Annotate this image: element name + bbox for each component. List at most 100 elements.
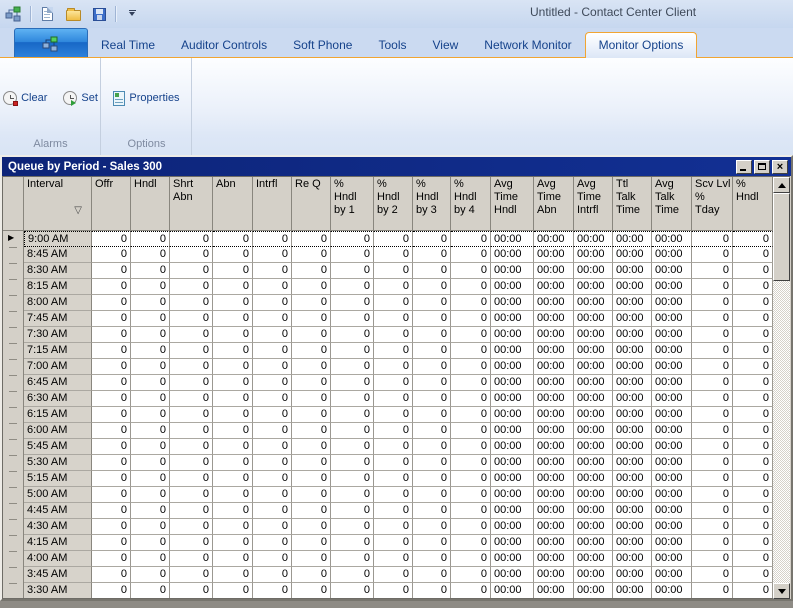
cell-avg-time-hndl[interactable]: 00:00 [491,423,534,439]
cell-re-q[interactable]: 0 [292,359,331,375]
cell-avg-time-abn[interactable]: 00:00 [534,455,574,471]
table-row[interactable]: 6:45 AM000000000000:0000:0000:0000:0000:… [3,375,773,391]
cell-scv-lvl-tday[interactable]: 0 [692,343,733,359]
cell-avg-time-intrfl[interactable]: 00:00 [574,359,613,375]
row-header[interactable] [3,263,24,279]
cell-avg-talk-time[interactable]: 00:00 [652,567,692,583]
cell-hndl[interactable]: 0 [733,231,773,247]
cell-hndl[interactable]: 0 [733,295,773,311]
cell-avg-time-hndl[interactable]: 00:00 [491,407,534,423]
cell-shrt-abn[interactable]: 0 [170,375,213,391]
cell-abn[interactable]: 0 [213,231,253,247]
new-document-button[interactable] [37,4,57,24]
cell-hndl-by-3[interactable]: 0 [413,343,451,359]
cell-hndl-by-2[interactable]: 0 [374,487,413,503]
cell-intrfl[interactable]: 0 [253,519,292,535]
cell-re-q[interactable]: 0 [292,583,331,598]
cell-hndl-by-4[interactable]: 0 [451,247,491,263]
application-menu-button[interactable] [14,28,88,58]
cell-shrt-abn[interactable]: 0 [170,455,213,471]
cell-avg-time-intrfl[interactable]: 00:00 [574,503,613,519]
cell-abn[interactable]: 0 [213,295,253,311]
cell-hndl[interactable]: 0 [131,551,170,567]
open-button[interactable] [63,4,83,24]
cell-re-q[interactable]: 0 [292,375,331,391]
cell-scv-lvl-tday[interactable]: 0 [692,311,733,327]
cell-shrt-abn[interactable]: 0 [170,535,213,551]
cell-hndl-by-2[interactable]: 0 [374,423,413,439]
cell-hndl-by-4[interactable]: 0 [451,487,491,503]
cell-shrt-abn[interactable]: 0 [170,343,213,359]
cell-re-q[interactable]: 0 [292,343,331,359]
column-header-hndl[interactable]: % Hndl [733,177,773,231]
cell-hndl[interactable]: 0 [733,375,773,391]
cell-hndl-by-2[interactable]: 0 [374,519,413,535]
cell-hndl-by-2[interactable]: 0 [374,327,413,343]
table-row[interactable]: 7:00 AM000000000000:0000:0000:0000:0000:… [3,359,773,375]
close-button[interactable]: × [772,160,788,174]
cell-hndl[interactable]: 0 [131,407,170,423]
cell-ttl-talk-time[interactable]: 00:00 [613,311,652,327]
cell-offr[interactable]: 0 [92,551,131,567]
cell-abn[interactable]: 0 [213,455,253,471]
cell-abn[interactable]: 0 [213,567,253,583]
cell-shrt-abn[interactable]: 0 [170,327,213,343]
cell-intrfl[interactable]: 0 [253,455,292,471]
cell-hndl-by-4[interactable]: 0 [451,535,491,551]
row-header[interactable] [3,311,24,327]
cell-offr[interactable]: 0 [92,263,131,279]
cell-hndl-by-3[interactable]: 0 [413,583,451,598]
tab-view[interactable]: View [419,33,471,58]
cell-hndl-by-3[interactable]: 0 [413,535,451,551]
column-header-interval[interactable]: Interval▽ [24,177,92,231]
cell-intrfl[interactable]: 0 [253,471,292,487]
cell-shrt-abn[interactable]: 0 [170,423,213,439]
cell-avg-talk-time[interactable]: 00:00 [652,439,692,455]
column-header-hndl-by-1[interactable]: % Hndl by 1 [331,177,374,231]
cell-avg-time-abn[interactable]: 00:00 [534,535,574,551]
interval-cell[interactable]: 7:00 AM [24,359,92,375]
cell-offr[interactable]: 0 [92,231,131,247]
row-header[interactable] [3,535,24,551]
cell-abn[interactable]: 0 [213,263,253,279]
cell-scv-lvl-tday[interactable]: 0 [692,263,733,279]
cell-re-q[interactable]: 0 [292,247,331,263]
cell-scv-lvl-tday[interactable]: 0 [692,583,733,598]
cell-hndl-by-4[interactable]: 0 [451,583,491,598]
cell-hndl[interactable]: 0 [131,279,170,295]
cell-re-q[interactable]: 0 [292,535,331,551]
cell-hndl[interactable]: 0 [733,279,773,295]
table-row[interactable]: 4:45 AM000000000000:0000:0000:0000:0000:… [3,503,773,519]
cell-avg-time-abn[interactable]: 00:00 [534,471,574,487]
cell-hndl[interactable]: 0 [733,311,773,327]
row-header[interactable] [3,583,24,598]
cell-ttl-talk-time[interactable]: 00:00 [613,247,652,263]
cell-hndl-by-2[interactable]: 0 [374,359,413,375]
cell-scv-lvl-tday[interactable]: 0 [692,471,733,487]
cell-hndl-by-3[interactable]: 0 [413,231,451,247]
cell-avg-time-hndl[interactable]: 00:00 [491,247,534,263]
cell-hndl[interactable]: 0 [131,231,170,247]
cell-abn[interactable]: 0 [213,247,253,263]
cell-offr[interactable]: 0 [92,391,131,407]
cell-intrfl[interactable]: 0 [253,359,292,375]
cell-ttl-talk-time[interactable]: 00:00 [613,551,652,567]
cell-avg-time-intrfl[interactable]: 00:00 [574,583,613,598]
cell-re-q[interactable]: 0 [292,487,331,503]
table-row[interactable]: 5:45 AM000000000000:0000:0000:0000:0000:… [3,439,773,455]
cell-ttl-talk-time[interactable]: 00:00 [613,359,652,375]
cell-intrfl[interactable]: 0 [253,247,292,263]
cell-avg-time-abn[interactable]: 00:00 [534,423,574,439]
cell-hndl[interactable]: 0 [733,359,773,375]
cell-avg-talk-time[interactable]: 00:00 [652,295,692,311]
cell-offr[interactable]: 0 [92,247,131,263]
row-header[interactable] [3,551,24,567]
table-row[interactable]: 4:30 AM000000000000:0000:0000:0000:0000:… [3,519,773,535]
cell-avg-time-intrfl[interactable]: 00:00 [574,311,613,327]
interval-cell[interactable]: 8:45 AM [24,247,92,263]
cell-avg-time-hndl[interactable]: 00:00 [491,535,534,551]
cell-shrt-abn[interactable]: 0 [170,247,213,263]
cell-abn[interactable]: 0 [213,279,253,295]
cell-hndl-by-2[interactable]: 0 [374,583,413,598]
cell-avg-talk-time[interactable]: 00:00 [652,455,692,471]
